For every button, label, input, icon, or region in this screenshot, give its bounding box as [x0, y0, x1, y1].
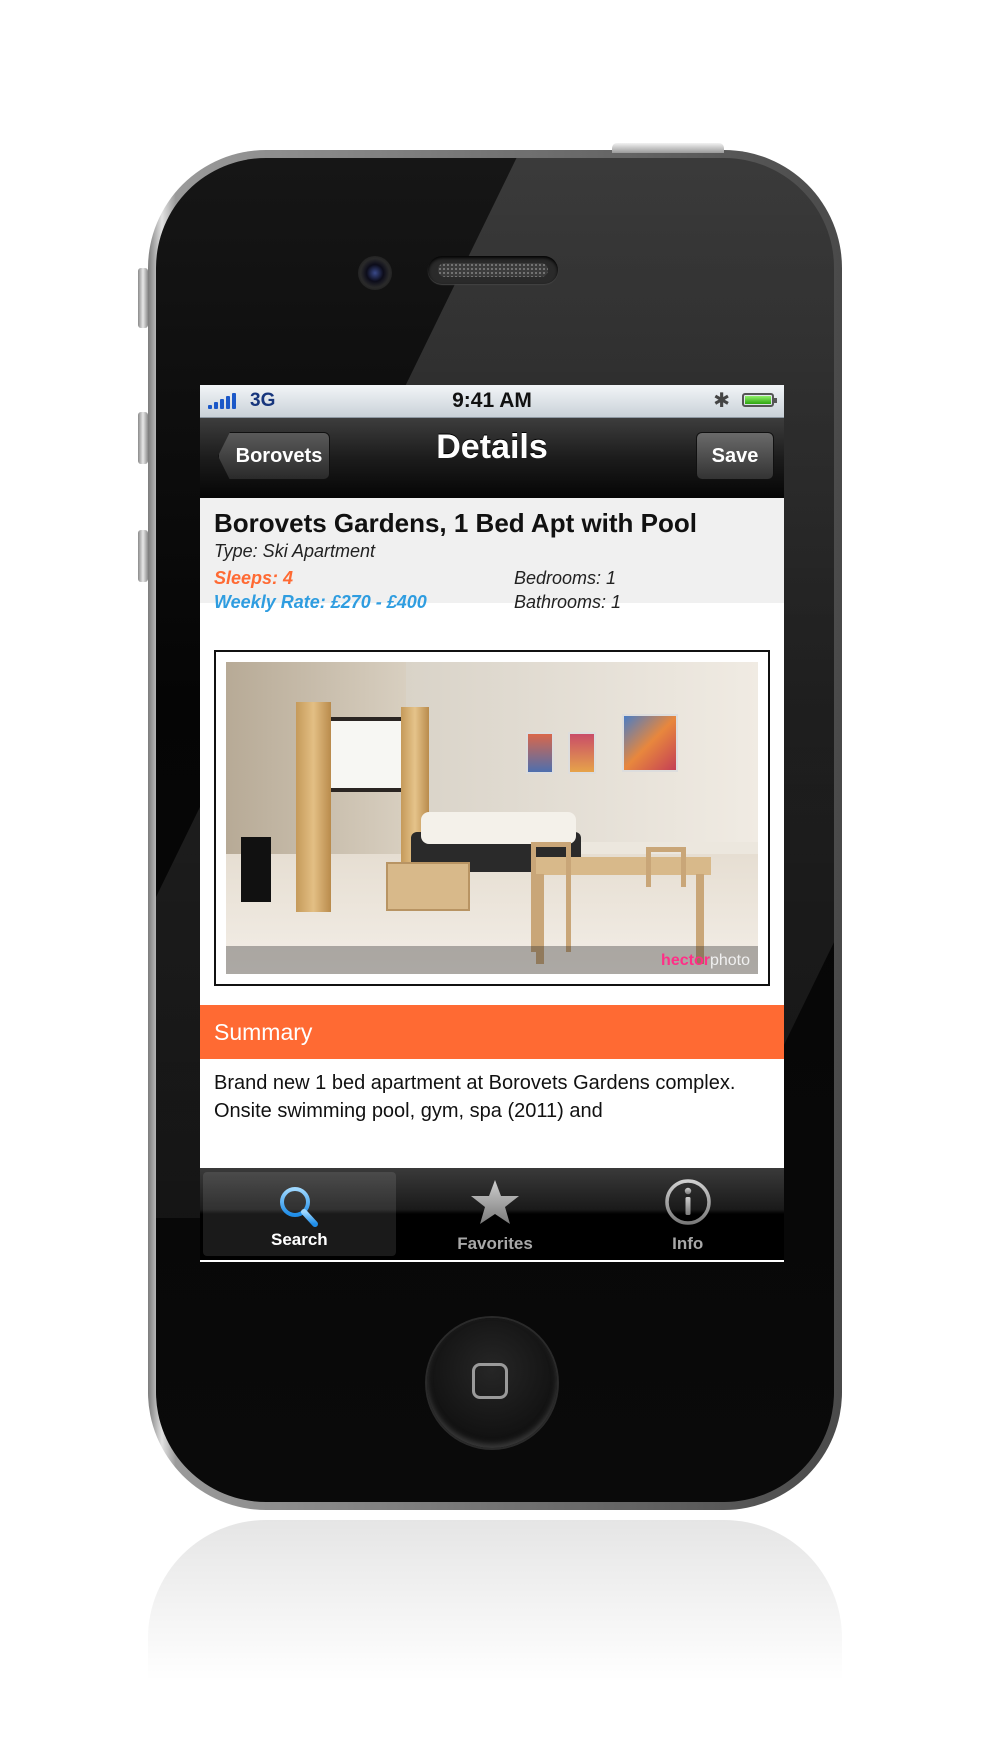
earpiece-speaker: [428, 256, 558, 284]
bedrooms-value: Bedrooms: 1: [514, 568, 617, 588]
listing-title: Borovets Gardens, 1 Bed Apt with Pool: [214, 508, 697, 538]
app-screen: 3G 9:41 AM ✱ Borovets Details Save Borov…: [200, 385, 784, 1262]
info-icon: [664, 1179, 711, 1225]
listing-type: Type: Ski Apartment: [214, 541, 376, 561]
photo-window: [321, 717, 411, 792]
save-button[interactable]: Save: [696, 432, 774, 480]
front-camera: [358, 256, 392, 290]
tab-info-label: Info: [672, 1234, 704, 1253]
photo-curtain-left: [296, 702, 331, 912]
tab-info[interactable]: Info: [591, 1168, 784, 1260]
listing-photo-frame[interactable]: hectorphoto: [214, 650, 770, 986]
weekly-rate: Weekly Rate: £270 - £400: [214, 592, 427, 612]
photo-tv: [241, 837, 271, 902]
star-icon: [471, 1180, 519, 1224]
photo-artwork-1: [526, 732, 554, 774]
photo-coffee-table: [386, 862, 470, 911]
summary-header: Summary: [200, 1005, 784, 1059]
photo-artwork-3: [622, 714, 678, 772]
mute-switch: [138, 268, 148, 328]
photo-watermark: hectorphoto: [661, 952, 750, 969]
tab-search[interactable]: Search: [203, 1172, 396, 1256]
tab-favorites[interactable]: Favorites: [399, 1168, 592, 1260]
bathrooms-value: Bathrooms: 1: [514, 592, 622, 612]
listing-header: Borovets Gardens, 1 Bed Apt with Pool Ty…: [200, 498, 784, 612]
photo-chair: [646, 847, 686, 887]
home-square-icon: [472, 1363, 508, 1399]
sleeps-value: Sleeps: 4: [214, 568, 294, 588]
phone-reflection: [148, 1520, 842, 1750]
summary-text: Brand new 1 bed apartment at Borovets Ga…: [214, 1072, 736, 1122]
bluetooth-icon: ✱: [713, 390, 730, 412]
tab-bar: Search Favorites Info: [200, 1168, 784, 1260]
photo-sofa-cushions: [421, 812, 576, 844]
listing-photo[interactable]: hectorphoto: [226, 662, 758, 974]
home-button[interactable]: [427, 1318, 557, 1448]
power-button: [612, 143, 724, 153]
tab-favorites-label: Favorites: [457, 1234, 533, 1253]
status-bar: 3G 9:41 AM ✱: [200, 385, 784, 418]
search-icon: [280, 1187, 319, 1227]
status-time: 9:41 AM: [452, 389, 532, 412]
volume-down-button: [138, 530, 148, 582]
photo-chair: [531, 842, 571, 952]
tab-search-label: Search: [270, 1230, 328, 1249]
photo-artwork-2: [568, 732, 596, 774]
battery-icon: [742, 393, 777, 407]
navigation-bar: Borovets Details Save: [200, 418, 784, 498]
volume-up-button: [138, 412, 148, 464]
